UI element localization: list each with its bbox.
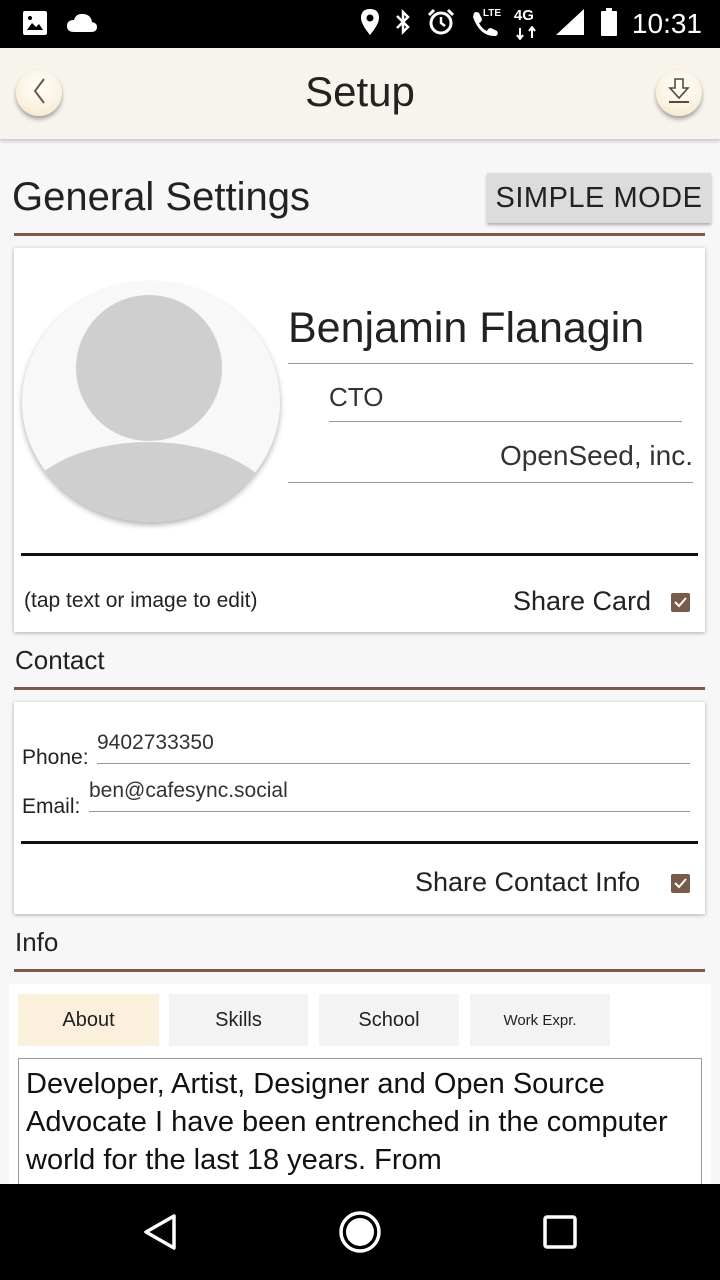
signal-icon xyxy=(554,7,586,42)
clock-time: 10:31 xyxy=(631,8,702,39)
nav-recents-button[interactable] xyxy=(540,1212,580,1252)
image-icon xyxy=(22,10,48,41)
navigation-bar xyxy=(0,1184,720,1280)
battery-icon xyxy=(600,7,618,42)
info-title: Info xyxy=(15,927,59,957)
status-bar: LTE 4G 10:31 xyxy=(0,0,720,48)
profile-company[interactable]: OpenSeed, inc. xyxy=(288,440,693,483)
tab-school[interactable]: School xyxy=(319,994,459,1046)
tab-about[interactable]: About xyxy=(18,994,159,1046)
general-settings-title: General Settings xyxy=(12,175,310,219)
wifi-call-icon: LTE xyxy=(470,8,502,39)
network-type-label: 4G xyxy=(514,8,540,40)
page-title: Setup xyxy=(305,68,415,115)
share-contact-label[interactable]: Share Contact Info xyxy=(415,867,640,898)
app-bar: Setup xyxy=(0,48,720,140)
share-card-checkbox[interactable] xyxy=(671,593,690,612)
phone-label: Phone: xyxy=(22,746,89,769)
user-silhouette-icon xyxy=(22,295,279,522)
divider xyxy=(21,553,698,556)
profile-name[interactable]: Benjamin Flanagin xyxy=(288,304,693,364)
edit-hint: (tap text or image to edit) xyxy=(24,589,258,612)
contact-card: Phone: 9402733350 Email: ben@cafesync.so… xyxy=(14,702,705,914)
tab-skills[interactable]: Skills xyxy=(169,994,308,1046)
contact-title: Contact xyxy=(15,645,105,675)
divider xyxy=(21,841,698,844)
profile-card: Benjamin Flanagin CTO OpenSeed, inc. (ta… xyxy=(14,248,705,632)
check-icon xyxy=(674,597,687,608)
cloud-icon xyxy=(66,12,98,39)
nav-home-button[interactable] xyxy=(338,1210,382,1254)
bluetooth-icon xyxy=(394,8,412,41)
phone-field[interactable]: 9402733350 xyxy=(97,731,690,764)
info-panel: About Skills School Work Expr. Developer… xyxy=(9,984,711,1198)
alarm-icon xyxy=(426,7,456,42)
back-triangle-icon xyxy=(144,1214,176,1250)
download-icon xyxy=(666,77,692,110)
divider xyxy=(14,687,705,690)
home-circle-icon xyxy=(339,1211,381,1253)
download-button[interactable] xyxy=(656,70,702,116)
nav-back-button[interactable] xyxy=(140,1212,180,1252)
divider xyxy=(14,969,705,972)
share-card-label[interactable]: Share Card xyxy=(513,586,651,617)
profile-job-title[interactable]: CTO xyxy=(329,382,682,422)
email-field[interactable]: ben@cafesync.social xyxy=(89,779,690,812)
divider xyxy=(14,233,705,236)
simple-mode-button[interactable]: SIMPLE MODE xyxy=(487,173,711,223)
tab-work-experience[interactable]: Work Expr. xyxy=(470,994,610,1046)
about-textarea[interactable]: Developer, Artist, Designer and Open Sou… xyxy=(18,1058,702,1198)
recents-square-icon xyxy=(543,1215,577,1249)
avatar[interactable] xyxy=(22,282,280,522)
lte-label: LTE xyxy=(482,8,502,19)
share-contact-checkbox[interactable] xyxy=(671,874,690,893)
location-icon xyxy=(360,8,380,41)
email-label: Email: xyxy=(22,795,81,818)
check-icon xyxy=(674,878,687,889)
